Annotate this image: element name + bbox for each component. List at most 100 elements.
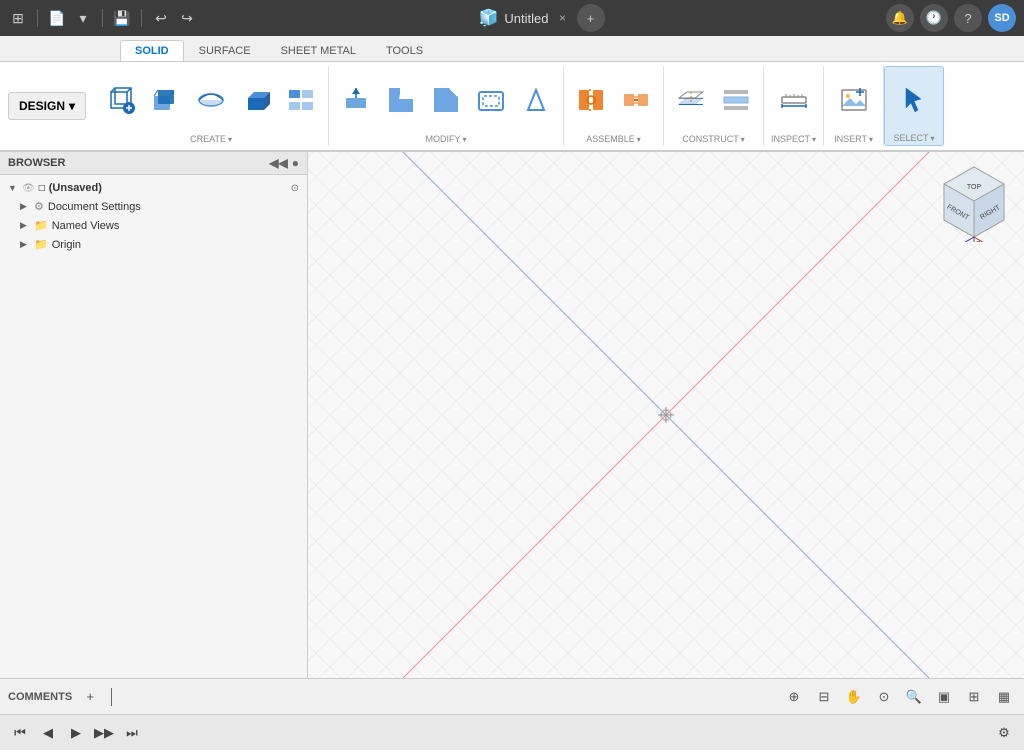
fillet-icon (385, 84, 417, 116)
tool-draft[interactable] (515, 81, 557, 119)
layout-icon[interactable]: ⊟ (812, 685, 836, 709)
tool-measure[interactable] (773, 81, 815, 119)
new-component-icon (105, 84, 137, 116)
display-icon[interactable]: ▣ (932, 685, 956, 709)
tab-surface[interactable]: SURFACE (184, 40, 266, 61)
notification-icon[interactable]: 🔔 (886, 4, 914, 32)
browser-item-named-views[interactable]: ▶ 📁 Named Views (0, 216, 307, 235)
zoom-icon[interactable]: 🔍 (902, 685, 926, 709)
timeline-end-btn[interactable]: ⏭ (120, 721, 144, 745)
insert-tools (833, 68, 875, 132)
folder-icon-origin: 📁 (34, 238, 48, 251)
apps-icon[interactable]: ⊞ (8, 8, 28, 28)
clock-icon[interactable]: 🕐 (920, 4, 948, 32)
tab-sheet-metal[interactable]: SHEET METAL (266, 40, 371, 61)
doc-settings-label: Document Settings (48, 201, 141, 213)
tool-select[interactable] (893, 81, 935, 119)
file-icon[interactable]: 📄 (47, 8, 67, 28)
timeline-start-btn[interactable]: ⏮ (8, 721, 32, 745)
tool-midplane[interactable] (715, 81, 757, 119)
tool-chamfer[interactable] (425, 81, 467, 119)
root-actions: ⊙ (291, 183, 299, 194)
tool-offset-plane[interactable] (670, 81, 712, 119)
comments-add-btn[interactable]: + (78, 685, 102, 709)
titlebar-left: ⊞ 📄 ▾ 💾 ↩ ↪ (8, 8, 197, 28)
design-dropdown[interactable]: DESIGN ▾ (8, 92, 86, 120)
grid-canvas (308, 152, 1024, 678)
expand-arrow-doc: ▶ (20, 201, 30, 212)
viewcube[interactable]: TOP RIGHT FRONT Z (934, 162, 1014, 242)
tab-solid[interactable]: SOLID (120, 40, 184, 61)
redo-icon[interactable]: ↪ (177, 8, 197, 28)
snap-icon[interactable]: ⊕ (782, 685, 806, 709)
tool-insert-image[interactable] (833, 81, 875, 119)
browser-item-origin[interactable]: ▶ 📁 Origin (0, 235, 307, 254)
select-tools (893, 69, 935, 131)
browser-header: BROWSER ◀◀ ● (0, 152, 307, 175)
revolve-icon (195, 84, 227, 116)
inspect-label: INSPECT ▾ (771, 134, 816, 144)
create-label: CREATE ▾ (190, 134, 232, 144)
ribbon-section-inspect: INSPECT ▾ (764, 66, 824, 146)
extrude-icon (150, 84, 182, 116)
more-actions-icon[interactable]: ⊙ (291, 183, 299, 194)
titlebar: ⊞ 📄 ▾ 💾 ↩ ↪ 🧊 Untitled × + 🔔 🕐 ? SD (0, 0, 1024, 36)
browser-content: ▼ 👁 □ (Unsaved) ⊙ ▶ ⚙ Document Settings … (0, 175, 307, 678)
tab-tools[interactable]: TOOLS (371, 40, 438, 61)
timeline-play-btn[interactable]: ▶ (64, 721, 88, 745)
tool-press-pull[interactable] (335, 81, 377, 119)
tool-rigid-group[interactable] (615, 81, 657, 119)
assemble-label: ASSEMBLE ▾ (586, 134, 641, 144)
tool-revolve[interactable] (190, 81, 232, 119)
draft-icon (520, 84, 552, 116)
origin-label: Origin (52, 239, 81, 251)
ribbon-section-select: SELECT ▾ (884, 66, 944, 146)
browser-header-right: ◀◀ ● (269, 156, 299, 170)
save-icon[interactable]: 💾 (112, 8, 132, 28)
settings-icon[interactable]: ⚙ (992, 721, 1016, 745)
ribbon-section-construct: CONSTRUCT ▾ (664, 66, 764, 146)
grid2-icon[interactable]: ▦ (992, 685, 1016, 709)
ribbon-section-assemble: ASSEMBLE ▾ (564, 66, 664, 146)
tool-shell[interactable] (470, 81, 512, 119)
close-button[interactable]: × (555, 10, 571, 26)
browser-item-root[interactable]: ▼ 👁 □ (Unsaved) ⊙ (0, 179, 307, 197)
design-label: DESIGN (19, 99, 65, 113)
dropdown-arrow[interactable]: ▾ (73, 8, 93, 28)
shell-icon (475, 84, 507, 116)
inspect-tools (773, 68, 815, 132)
tool-new-component[interactable] (100, 81, 142, 119)
tool-joint[interactable] (570, 81, 612, 119)
pan-icon[interactable]: ✋ (842, 685, 866, 709)
grid-icon[interactable]: ⊞ (962, 685, 986, 709)
tool-extrude[interactable] (145, 81, 187, 119)
orbit-icon[interactable]: ⊙ (872, 685, 896, 709)
timeline-next-btn[interactable]: ▶▶ (92, 721, 116, 745)
measure-icon (778, 84, 810, 116)
main-area: BROWSER ◀◀ ● ▼ 👁 □ (Unsaved) ⊙ ▶ ⚙ Docum (0, 152, 1024, 678)
undo-icon[interactable]: ↩ (151, 8, 171, 28)
more-icon (285, 84, 317, 116)
new-tab-button[interactable]: + (577, 4, 605, 32)
timeline-prev-btn[interactable]: ◀ (36, 721, 60, 745)
named-views-label: Named Views (52, 220, 120, 232)
sep1 (37, 9, 38, 27)
press-pull-icon (340, 84, 372, 116)
statusbar: COMMENTS + ⊕ ⊟ ✋ ⊙ 🔍 ▣ ⊞ ▦ (0, 678, 1024, 714)
viewport[interactable]: TOP RIGHT FRONT Z (308, 152, 1024, 678)
tool-more[interactable] (280, 81, 322, 119)
gear-icon: ⚙ (34, 200, 44, 213)
help-icon[interactable]: ? (954, 4, 982, 32)
create-tools (100, 68, 322, 132)
browser-collapse-btn[interactable]: ◀◀ (269, 156, 287, 170)
browser-expand-btn[interactable]: ● (292, 156, 299, 170)
ribbon-tabs: SOLID SURFACE SHEET METAL TOOLS (0, 36, 1024, 62)
user-avatar[interactable]: SD (988, 4, 1016, 32)
browser-item-doc-settings[interactable]: ▶ ⚙ Document Settings (0, 197, 307, 216)
tool-box[interactable] (235, 81, 277, 119)
offset-plane-icon (675, 84, 707, 116)
modify-label: MODIFY ▾ (426, 134, 467, 144)
browser-panel: BROWSER ◀◀ ● ▼ 👁 □ (Unsaved) ⊙ ▶ ⚙ Docum (0, 152, 308, 678)
tool-fillet[interactable] (380, 81, 422, 119)
folder-icon-views: 📁 (34, 219, 48, 232)
